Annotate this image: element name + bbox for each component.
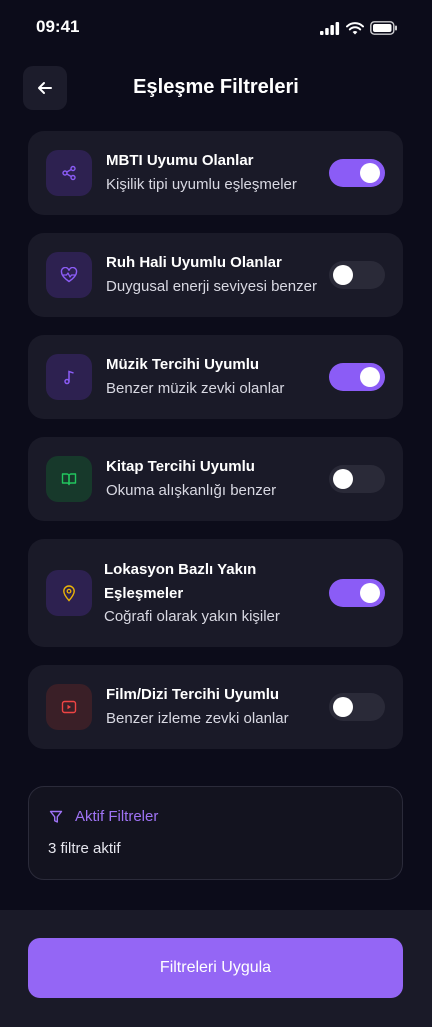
status-time: 09:41	[36, 17, 80, 36]
filter-icon-box	[46, 456, 92, 502]
filter-title: Lokasyon Bazlı Yakın	[104, 561, 257, 578]
open-book-icon	[61, 473, 77, 486]
music-note-icon	[64, 370, 74, 385]
status-bar: 09:41	[0, 0, 432, 56]
filter-icon-box	[46, 684, 92, 730]
filter-title: MBTI Uyumu Olanlar	[106, 152, 254, 169]
toggle-mood[interactable]	[329, 261, 385, 289]
toggle-knob	[333, 265, 353, 285]
active-filters-title: Aktif Filtreler	[75, 808, 159, 825]
filter-icon-box	[46, 150, 92, 196]
filter-subtitle: Kişilik tipi uyumlu eşleşmeler	[106, 176, 297, 193]
filter-card-mood: Ruh Hali Uyumlu Olanlar Duygusal enerji …	[28, 233, 403, 317]
share-nodes-icon	[62, 165, 76, 181]
toggle-knob	[360, 163, 380, 183]
header: Eşleşme Filtreleri	[0, 66, 432, 110]
toggle-knob	[333, 469, 353, 489]
map-pin-icon	[63, 584, 75, 602]
filter-card-book: Kitap Tercihi Uyumlu Okuma alışkanlığı b…	[28, 437, 403, 521]
heart-pulse-icon	[60, 267, 78, 283]
status-icons	[320, 20, 398, 36]
filter-icon-box	[46, 570, 92, 616]
filter-card-music: Müzik Tercihi Uyumlu Benzer müzik zevki …	[28, 335, 403, 419]
filter-subtitle: Okuma alışkanlığı benzer	[106, 482, 277, 499]
filter-subtitle: Coğrafi olarak yakın kişiler	[104, 608, 280, 625]
toggle-film[interactable]	[329, 693, 385, 721]
filter-title: Film/Dizi Tercihi Uyumlu	[106, 686, 280, 703]
toggle-book[interactable]	[329, 465, 385, 493]
play-screen-icon	[61, 700, 77, 714]
page-title: Eşleşme Filtreleri	[133, 76, 299, 98]
filter-icon-box	[46, 354, 92, 400]
toggle-knob	[333, 697, 353, 717]
filter-title: Müzik Tercihi Uyumlu	[106, 356, 260, 373]
toggle-knob	[360, 367, 380, 387]
wifi-icon	[346, 21, 364, 34]
footer: Filtreleri Uygula	[0, 910, 432, 1027]
toggle-location[interactable]	[329, 579, 385, 607]
active-filters-count: 3 filtre aktif	[48, 840, 121, 857]
filter-title-line2: Eşleşmeler	[104, 585, 184, 602]
toggle-mbti[interactable]	[329, 159, 385, 187]
filter-card-location: Lokasyon Bazlı Yakın Eşleşmeler Coğrafi …	[28, 539, 403, 647]
filter-title: Ruh Hali Uyumlu Olanlar	[106, 254, 282, 271]
filter-title: Kitap Tercihi Uyumlu	[106, 458, 255, 475]
filter-icon-box	[46, 252, 92, 298]
filter-subtitle: Benzer izleme zevki olanlar	[106, 710, 289, 727]
toggle-knob	[360, 583, 380, 603]
filter-funnel-icon	[49, 810, 63, 823]
filter-subtitle: Benzer müzik zevki olanlar	[106, 380, 285, 397]
filter-card-mbti: MBTI Uyumu Olanlar Kişilik tipi uyumlu e…	[28, 131, 403, 215]
active-filters-panel: Aktif Filtreler 3 filtre aktif	[28, 786, 403, 880]
toggle-music[interactable]	[329, 363, 385, 391]
apply-filters-button[interactable]: Filtreleri Uygula	[28, 938, 403, 998]
signal-icon	[320, 21, 340, 35]
filter-card-film: Film/Dizi Tercihi Uyumlu Benzer izleme z…	[28, 665, 403, 749]
filter-subtitle: Duygusal enerji seviyesi benzer	[106, 278, 317, 295]
battery-icon	[370, 21, 397, 35]
